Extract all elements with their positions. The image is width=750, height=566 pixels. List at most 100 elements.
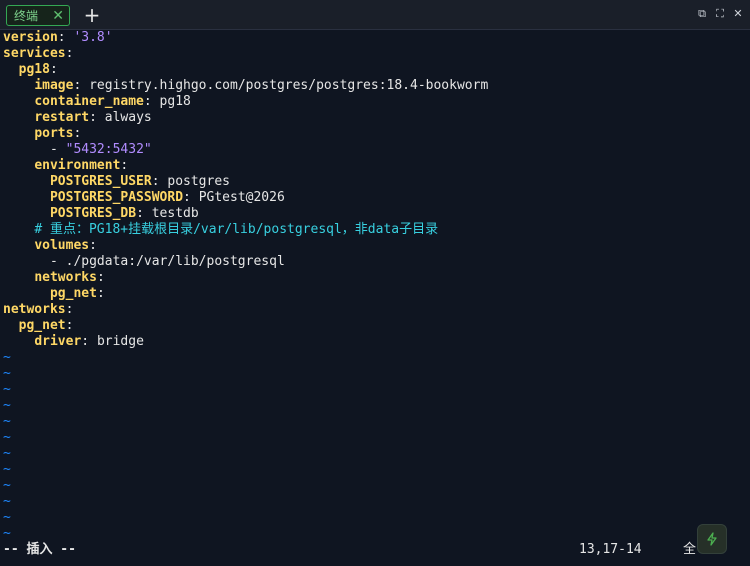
fullscreen-icon[interactable]: ⛶ [714,8,726,20]
vim-editor[interactable]: version: '3.8' services: pg18: image: reg… [0,30,750,541]
yaml-key: networks [3,302,66,317]
yaml-text: : [183,190,199,205]
yaml-text [3,286,50,301]
code-line: POSTGRES_PASSWORD: PGtest@2026 [3,190,750,206]
empty-line-tilde: ~ [3,398,11,413]
vim-status-line: -- 插入 -- 13,17-14 全 [0,540,750,560]
code-line: restart: always [3,110,750,126]
yaml-text: : [89,110,105,125]
code-line: pg_net: [3,318,750,334]
yaml-text: : [65,318,74,333]
yaml-key: image [34,78,74,93]
code-line: environment: [3,158,750,174]
lightning-icon [707,532,717,546]
close-icon[interactable]: ✕ [52,9,64,23]
yaml-key: POSTGRES_PASSWORD [49,190,184,205]
yaml-key: container_name [34,94,144,109]
yaml-string: "5432:5432" [65,142,152,157]
yaml-comment: # 重点：PG18+挂载根目录/var/lib/postgresql，非data… [34,222,439,237]
yaml-text [3,62,19,77]
cursor-position: 13,17-14 [579,542,642,557]
popout-icon[interactable]: ⧉ [696,8,708,20]
code-line: services: [3,46,750,62]
yaml-text: : [65,46,74,61]
empty-line-tilde: ~ [3,366,11,381]
window-controls: ⧉ ⛶ ✕ [696,8,744,20]
empty-line-tilde: ~ [3,494,11,509]
yaml-text [3,222,34,237]
quick-action-button[interactable] [697,524,727,554]
code-line: driver: bridge [3,334,750,350]
yaml-text: testdb [151,206,199,221]
code-line: POSTGRES_DB: testdb [3,206,750,222]
yaml-key: ports [34,126,74,141]
code-line: # 重点：PG18+挂载根目录/var/lib/postgresql，非data… [3,222,750,238]
code-line: networks: [3,270,750,286]
yaml-text [3,158,34,173]
tab-terminal[interactable]: 终端 ✕ [6,5,70,26]
yaml-text [3,174,50,189]
yaml-string: '3.8' [73,30,113,45]
add-tab-button[interactable]: + [82,5,102,25]
yaml-text [3,206,50,221]
close-window-icon[interactable]: ✕ [732,8,744,20]
yaml-text [3,334,34,349]
yaml-text [3,270,34,285]
yaml-text: : [151,174,168,189]
yaml-text: - [3,254,66,269]
yaml-key: POSTGRES_DB [49,206,137,221]
yaml-text [3,318,19,333]
code-line: networks: [3,302,750,318]
empty-line-tilde: ~ [3,446,11,461]
code-line: POSTGRES_USER: postgres [3,174,750,190]
empty-line-tilde: ~ [3,462,11,477]
scroll-indicator: 全 [683,542,697,557]
empty-line-tilde: ~ [3,414,11,429]
yaml-key: services [3,46,66,61]
code-line: pg18: [3,62,750,78]
yaml-key: volumes [34,238,90,253]
yaml-text: - [3,142,66,157]
yaml-text: : [89,238,97,253]
yaml-text [3,126,34,141]
mode-indicator: -- 插入 -- [3,542,76,557]
empty-line-tilde: ~ [3,382,11,397]
empty-line-tilde: ~ [3,510,11,525]
yaml-key: networks [34,270,97,285]
yaml-text [3,94,34,109]
yaml-text: ./pgdata:/var/lib/postgresql [65,254,285,269]
code-line: image: registry.highgo.com/postgres/post… [3,78,750,94]
yaml-key: restart [34,110,90,125]
code-line: version: '3.8' [3,30,750,46]
tab-label: 终端 [14,8,39,23]
code-line: - "5432:5432" [3,142,750,158]
yaml-text: : [120,158,129,173]
yaml-text: : [81,334,97,349]
empty-line-tilde: ~ [3,350,11,365]
yaml-key: POSTGRES_USER [49,174,152,189]
yaml-text: bridge [96,334,144,349]
yaml-text: : [65,302,74,317]
yaml-text: : [143,94,160,109]
yaml-key: pg_net [49,286,97,301]
tab-bar: 终端 ✕ + ⧉ ⛶ ✕ [0,0,750,30]
code-line: - ./pgdata:/var/lib/postgresql [3,254,750,270]
yaml-text [3,190,50,205]
empty-line-tilde: ~ [3,430,11,445]
yaml-text: : [49,62,58,77]
yaml-text: : [96,286,105,301]
code-line: volumes: [3,238,750,254]
yaml-text: registry.highgo.com/postgres/postgres:18… [89,78,489,93]
yaml-text: : [136,206,152,221]
yaml-key: driver [34,334,82,349]
code-line: container_name: pg18 [3,94,750,110]
yaml-key: version [3,30,58,45]
empty-line-tilde: ~ [3,478,11,493]
yaml-key: pg18 [18,62,50,77]
yaml-text: : [57,30,74,45]
yaml-key: pg_net [18,318,66,333]
yaml-key: environment [34,158,121,173]
yaml-text: : [96,270,105,285]
yaml-text: pg18 [159,94,191,109]
yaml-text: PGtest@2026 [198,190,285,205]
